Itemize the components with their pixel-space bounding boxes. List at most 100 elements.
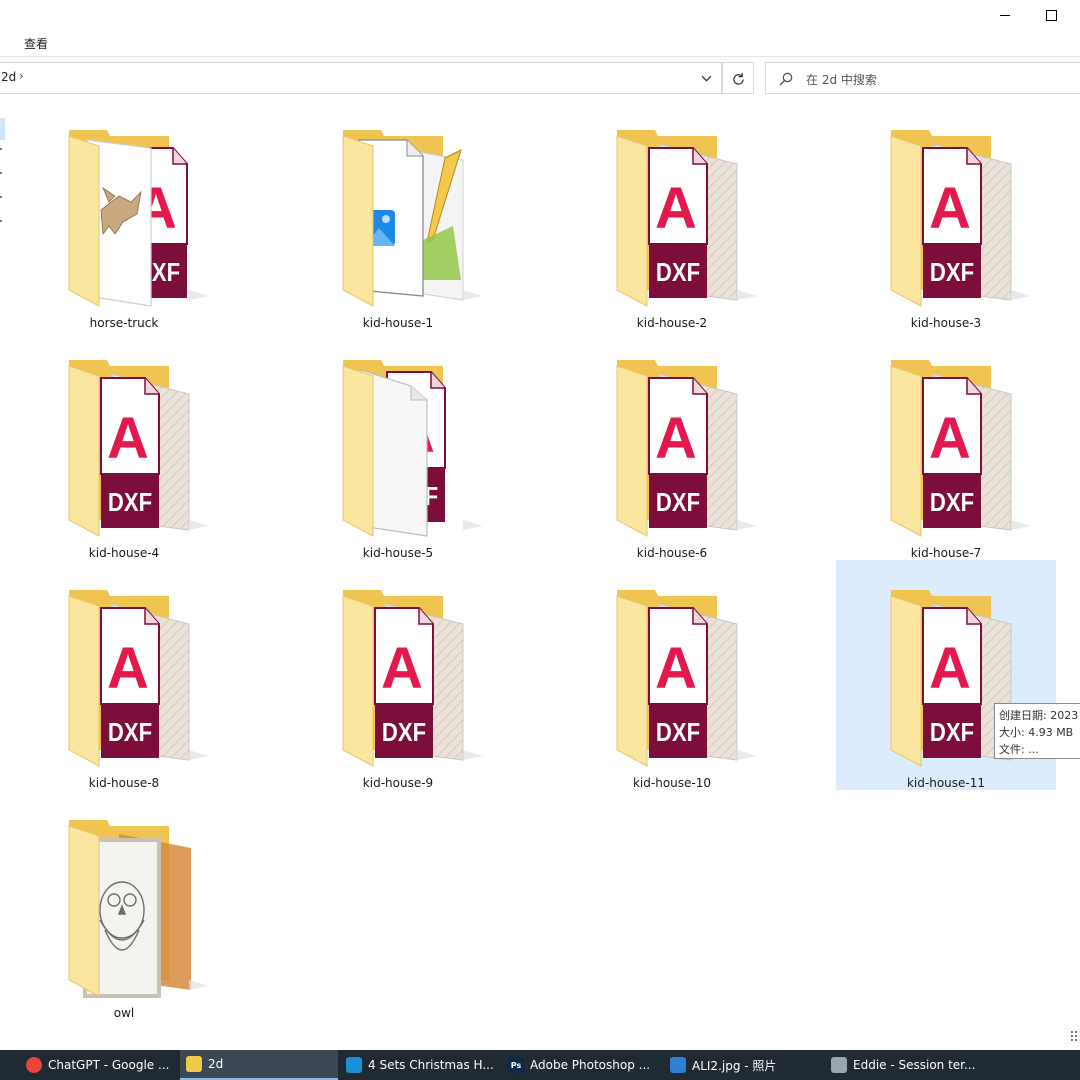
taskbar-item[interactable]: ALI2.jpg - 照片 <box>664 1050 822 1080</box>
folder-name: owl <box>113 1006 135 1020</box>
folder-item[interactable]: A DXF kid-house-7 <box>836 330 1056 560</box>
folder-name: kid-house-1 <box>362 316 434 330</box>
nav-dot <box>0 148 2 150</box>
folder-name: kid-house-6 <box>636 546 708 560</box>
svg-text:A: A <box>655 176 697 241</box>
taskbar-item-label: Eddie - Session ter... <box>853 1058 976 1072</box>
taskbar-item-label: ALI2.jpg - 照片 <box>692 1058 777 1073</box>
folder-item[interactable]: A DXF kid-house-10 <box>562 560 782 790</box>
taskbar-item[interactable]: Eddie - Session ter... <box>825 1050 985 1080</box>
nav-dot <box>0 196 2 198</box>
dxf-file-icon: A DXF <box>648 377 708 528</box>
photos-icon <box>670 1057 686 1073</box>
maximize-icon[interactable] <box>1028 0 1074 30</box>
folder-name: kid-house-2 <box>636 316 708 330</box>
dxf-file-icon: A DXF <box>922 607 982 758</box>
photoshop-icon: Ps <box>508 1057 524 1073</box>
folder-name: kid-house-11 <box>906 776 986 790</box>
breadcrumb-current[interactable]: 2d <box>1 70 16 84</box>
nav-dot <box>0 172 2 174</box>
taskbar-item[interactable]: Ps Adobe Photoshop ... <box>502 1050 662 1080</box>
folder-name: horse-truck <box>89 316 159 330</box>
svg-text:A: A <box>929 406 971 471</box>
taskbar: ChatGPT - Google ... 2d 4 Sets Christmas H… <box>0 1050 1080 1080</box>
folder-item[interactable]: A DXF horse-truck <box>14 100 234 330</box>
taskbar-item-label: Adobe Photoshop ... <box>530 1058 651 1072</box>
folder-icon <box>68 820 209 998</box>
folder-icon: A DXF <box>616 130 757 307</box>
svg-text:DXF: DXF <box>656 488 700 517</box>
folder-name: kid-house-3 <box>910 316 982 330</box>
svg-text:A: A <box>929 636 971 701</box>
folder-item[interactable]: A DXF kid-house-6 <box>562 330 782 560</box>
file-tooltip: 创建日期: 2023 大小: 4.93 MB 文件: ... <box>994 703 1080 759</box>
svg-text:DXF: DXF <box>656 718 700 747</box>
file-grid: A DXF horse-truck kid-house-1 A DXF kid-… <box>10 100 1080 1040</box>
dxf-file-icon: A DXF <box>374 607 434 758</box>
refresh-icon <box>732 72 744 85</box>
folder-item[interactable]: A DXF kid-house-5 <box>288 330 508 560</box>
folder-icon <box>186 1056 202 1072</box>
search-icon <box>779 72 793 86</box>
taskbar-item[interactable]: 4 Sets Christmas H... <box>340 1050 500 1080</box>
folder-icon: A DXF <box>616 590 757 767</box>
dxf-file-icon: A DXF <box>648 607 708 758</box>
refresh-button[interactable] <box>722 62 754 94</box>
navigation-pane-edge[interactable] <box>0 100 8 1040</box>
address-row: 2d › 在 2d 中搜索 <box>0 62 1080 95</box>
folder-item[interactable]: A DXF kid-house-3 <box>836 100 1056 330</box>
folder-icon: A DXF <box>68 360 209 537</box>
folder-icon: A DXF <box>342 360 483 537</box>
folder-name: kid-house-4 <box>88 546 160 560</box>
dxf-file-icon: A DXF <box>100 607 160 758</box>
session-icon <box>831 1057 847 1073</box>
dxf-file-icon: A DXF <box>648 147 708 298</box>
svg-text:A: A <box>107 406 149 471</box>
chevron-down-icon[interactable] <box>691 63 721 93</box>
address-bar[interactable]: 2d › <box>0 62 722 94</box>
folder-name: kid-house-8 <box>88 776 160 790</box>
svg-text:DXF: DXF <box>108 488 152 517</box>
folder-name: kid-house-5 <box>362 546 434 560</box>
svg-text:A: A <box>107 636 149 701</box>
svg-text:A: A <box>655 636 697 701</box>
folder-icon: A DXF <box>68 590 209 767</box>
svg-text:DXF: DXF <box>656 258 700 287</box>
title-bar <box>0 0 1080 30</box>
search-placeholder: 在 2d 中搜索 <box>806 73 877 87</box>
folder-name: kid-house-10 <box>632 776 712 790</box>
folder-name: kid-house-7 <box>910 546 982 560</box>
taskbar-item[interactable]: ChatGPT - Google ... <box>20 1050 178 1080</box>
svg-text:DXF: DXF <box>382 718 426 747</box>
chrome-icon <box>26 1057 42 1073</box>
taskbar-item-label: ChatGPT - Google ... <box>48 1058 170 1072</box>
folder-item[interactable]: A DXF kid-house-8 <box>14 560 234 790</box>
folder-item[interactable]: A DXF kid-house-4 <box>14 330 234 560</box>
menu-view[interactable]: 查看 <box>24 35 48 52</box>
tooltip-size: 大小: 4.93 MB <box>999 726 1074 739</box>
folder-icon: A DXF <box>68 130 209 307</box>
folder-icon: A DXF <box>616 360 757 537</box>
folder-item[interactable]: A DXF kid-house-2 <box>562 100 782 330</box>
folder-icon <box>342 130 483 307</box>
folder-icon: A DXF <box>890 360 1031 537</box>
resize-grip-icon[interactable] <box>1070 1030 1078 1042</box>
folder-item[interactable]: A DXF kid-house-9 <box>288 560 508 790</box>
folder-icon: A DXF <box>890 130 1031 307</box>
dxf-file-icon: A DXF <box>922 377 982 528</box>
dxf-file-icon: A DXF <box>100 377 160 528</box>
svg-text:DXF: DXF <box>108 718 152 747</box>
taskbar-item[interactable]: 2d <box>180 1050 338 1080</box>
svg-text:A: A <box>655 406 697 471</box>
folder-icon: A DXF <box>342 590 483 767</box>
folder-item[interactable]: kid-house-1 <box>288 100 508 330</box>
search-input[interactable]: 在 2d 中搜索 <box>765 62 1080 94</box>
svg-text:DXF: DXF <box>930 488 974 517</box>
breadcrumb-separator[interactable]: › <box>19 69 24 83</box>
folder-item[interactable]: owl <box>14 790 234 1020</box>
tooltip-created: 创建日期: 2023 <box>999 709 1079 722</box>
nav-selected-marker <box>0 118 5 140</box>
minimize-icon[interactable] <box>982 0 1028 30</box>
svg-text:A: A <box>929 176 971 241</box>
svg-text:DXF: DXF <box>930 718 974 747</box>
